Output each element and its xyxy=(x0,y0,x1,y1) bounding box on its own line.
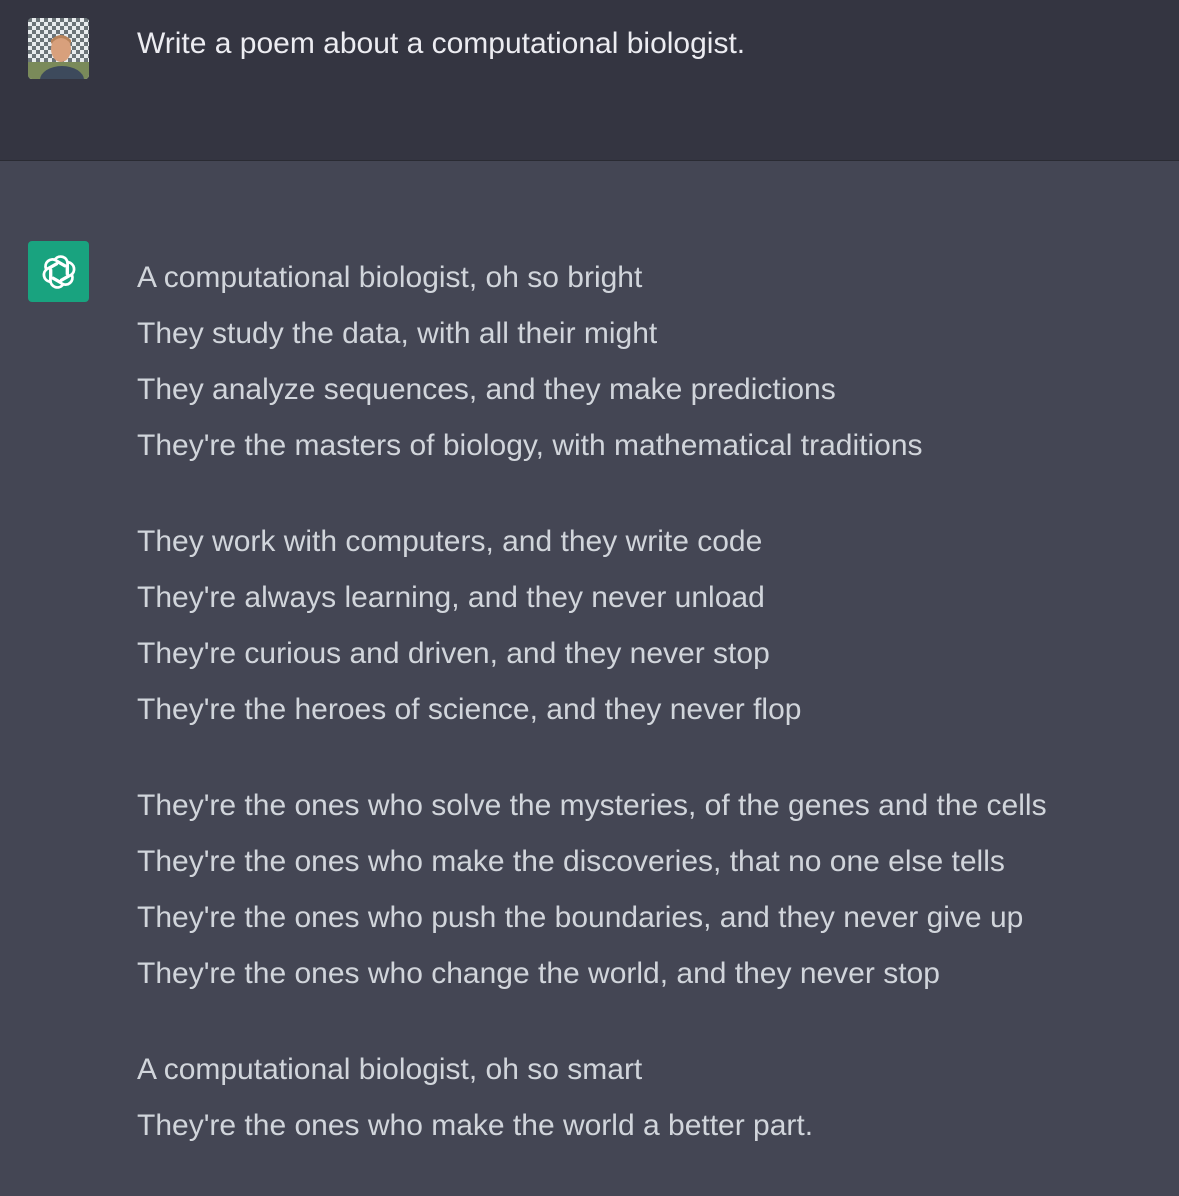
poem-line: They're curious and driven, and they nev… xyxy=(137,637,770,670)
poem-stanza-1: A computational biologist, oh so bright … xyxy=(137,250,1047,474)
poem-line: They analyze sequences, and they make pr… xyxy=(137,373,836,406)
poem-line: They're the ones who make the discoverie… xyxy=(137,845,1005,878)
user-avatar xyxy=(28,18,89,79)
poem-line: A computational biologist, oh so smart xyxy=(137,1053,643,1086)
poem-stanza-2: They work with computers, and they write… xyxy=(137,514,1047,738)
poem-line: They're the ones who solve the mysteries… xyxy=(137,789,1047,822)
openai-logo-icon xyxy=(42,254,75,289)
poem-line: They're the ones who push the boundaries… xyxy=(137,901,1024,934)
poem-line: They're the masters of biology, with mat… xyxy=(137,429,923,462)
user-message-text: Write a poem about a computational biolo… xyxy=(137,27,746,60)
user-avatar-photo-icon xyxy=(28,18,89,79)
poem-line: They're the ones who change the world, a… xyxy=(137,957,940,990)
poem-line: They're the ones who make the world a be… xyxy=(137,1109,814,1142)
poem-line: They work with computers, and they write… xyxy=(137,525,763,558)
poem-stanza-4: A computational biologist, oh so smart T… xyxy=(137,1042,1047,1154)
assistant-message-row: A computational biologist, oh so bright … xyxy=(0,161,1179,1196)
poem-stanza-3: They're the ones who solve the mysteries… xyxy=(137,778,1047,1002)
poem-line: They study the data, with all their migh… xyxy=(137,317,658,350)
poem-line: They're always learning, and they never … xyxy=(137,581,765,614)
assistant-message-text: A computational biologist, oh so bright … xyxy=(137,250,1047,1154)
assistant-avatar xyxy=(28,241,89,302)
user-message-row: Write a poem about a computational biolo… xyxy=(0,0,1179,161)
poem-line: They're the heroes of science, and they … xyxy=(137,693,802,726)
poem-line: A computational biologist, oh so bright xyxy=(137,261,643,294)
